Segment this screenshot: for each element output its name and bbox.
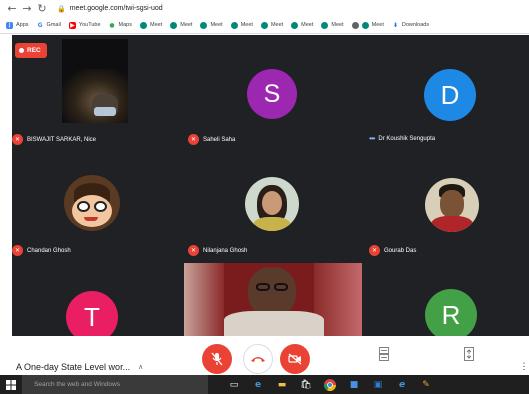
windows-taskbar: Search the web and Windows ▭ e ▬ 🛍 ■ ▣ e…	[0, 375, 529, 394]
address-bar[interactable]: meet.google.com/twi-sgsi-uod	[70, 5, 163, 12]
mic-off-icon: ✕	[188, 245, 199, 256]
bookmark-downloads[interactable]: ⬇ Downloads	[391, 21, 429, 29]
participant-tile-presenter[interactable]	[184, 263, 362, 336]
bookmark-gmail[interactable]: G Gmail	[36, 21, 61, 29]
meet-icon	[260, 21, 268, 29]
store-icon[interactable]: 🛍	[299, 378, 313, 392]
participant-name-biswajit: ✕ BISWAJIT SARKAR, Nice	[12, 134, 96, 145]
task-view-icon[interactable]: ▭	[227, 378, 241, 392]
bookmark-meet-5[interactable]: Meet	[260, 21, 283, 29]
photos-icon[interactable]: ▣	[371, 378, 385, 392]
participant-tile-koushik[interactable]: D	[372, 35, 529, 147]
bookmark-youtube[interactable]: ▶ YouTube	[68, 21, 101, 29]
meet-icon	[140, 21, 147, 29]
participant-name-saheli: ✕ Saheli Saha	[188, 134, 235, 145]
mic-off-icon: ✕	[12, 245, 23, 256]
meet-icon	[321, 21, 329, 29]
captions-button[interactable]	[377, 346, 391, 362]
bookmark-meet-3[interactable]: Meet	[200, 21, 223, 29]
mic-off-icon: ✕	[369, 245, 380, 256]
participant-video	[184, 263, 362, 336]
more-vert-icon: ⋮	[519, 362, 529, 372]
profile-photo	[245, 177, 299, 231]
bookmark-meet-6[interactable]: Meet	[291, 21, 313, 29]
participant-name-koushik: ••• Dr Koushik Sengupta	[369, 134, 436, 143]
speaking-indicator-icon: •••	[369, 134, 375, 143]
mic-off-icon	[211, 352, 223, 366]
participant-tile-biswajit[interactable]	[62, 39, 128, 123]
lock-icon: 🔒	[57, 4, 66, 13]
meet-icon	[230, 21, 238, 29]
hang-up-icon	[251, 357, 265, 362]
google-g-icon: G	[36, 21, 44, 29]
youtube-icon: ▶	[68, 21, 76, 29]
chrome-icon[interactable]	[323, 378, 337, 392]
participant-name-nilanjana: ✕ Nilanjana Ghosh	[188, 245, 247, 256]
chrome-icon	[351, 21, 359, 29]
edge-icon[interactable]: e	[251, 378, 265, 392]
bookmark-maps[interactable]: ● Maps	[108, 21, 132, 29]
mic-toggle-button[interactable]	[202, 344, 232, 374]
camera-toggle-button[interactable]	[280, 344, 310, 374]
start-button[interactable]	[0, 375, 22, 394]
maps-pin-icon: ●	[108, 21, 116, 29]
participant-name-chandan: ✕ Chandan Ghosh	[12, 245, 71, 256]
bookmark-meet-1[interactable]: Meet	[140, 21, 162, 29]
download-icon: ⬇	[391, 21, 399, 29]
taskbar-pinned-apps: ▭ e ▬ 🛍 ■ ▣ e ✎	[222, 378, 438, 392]
meet-icon	[361, 21, 369, 29]
bookmark-meet-8[interactable]: Meet	[351, 21, 384, 29]
present-icon	[464, 347, 474, 361]
avatar: R	[425, 289, 477, 336]
meet-icon	[170, 21, 178, 29]
app-window-icon[interactable]: ■	[347, 378, 361, 392]
profile-photo	[425, 178, 479, 232]
mic-off-icon: ✕	[188, 134, 199, 145]
bookmark-meet-7[interactable]: Meet	[321, 21, 344, 29]
avatar: D	[424, 69, 476, 121]
present-now-button[interactable]	[462, 346, 476, 362]
taskbar-search-input[interactable]: Search the web and Windows	[22, 375, 208, 394]
mic-off-icon: ✕	[12, 134, 23, 145]
bookmark-meet-2[interactable]: Meet	[170, 21, 192, 29]
recording-badge: REC	[15, 43, 47, 58]
internet-explorer-icon[interactable]: e	[395, 378, 409, 392]
forward-arrow-icon[interactable]: →	[21, 2, 33, 15]
paint-icon[interactable]: ✎	[419, 378, 433, 392]
meet-icon	[200, 21, 208, 29]
meeting-details-button[interactable]: A One-day State Level wor... ∧	[16, 362, 143, 372]
leave-call-button[interactable]	[243, 344, 273, 374]
record-dot-icon	[19, 48, 24, 53]
apps-grid-icon: ⋮	[6, 21, 13, 29]
chevron-up-icon: ∧	[138, 363, 144, 371]
avatar: S	[247, 69, 297, 119]
browser-toolbar: ← → ↻ 🔒 meet.google.com/twi-sgsi-uod	[0, 0, 529, 17]
bookmark-meet-4[interactable]: Meet	[230, 21, 253, 29]
participant-tile-r[interactable]: R	[372, 267, 529, 336]
participant-name-gourab: ✕ Gourab Das	[369, 245, 416, 256]
reload-icon[interactable]: ↻	[36, 2, 48, 15]
captions-icon	[379, 347, 389, 361]
bookmark-apps[interactable]: ⋮ Apps	[6, 21, 29, 29]
camera-off-icon	[288, 353, 302, 365]
meet-control-bar: A One-day State Level wor... ∧ ⋮	[12, 336, 529, 375]
meet-video-grid: REC ✕ BISWAJIT SARKAR, Nice S ✕ Saheli S…	[12, 35, 529, 336]
more-options-button[interactable]: ⋮	[519, 360, 529, 374]
windows-logo-icon	[6, 379, 16, 390]
profile-photo	[64, 175, 120, 231]
participant-tile-t[interactable]: T	[12, 267, 182, 336]
back-arrow-icon[interactable]: ←	[6, 2, 18, 15]
participant-video	[62, 39, 128, 123]
participant-tile-saheli[interactable]: S	[192, 35, 352, 147]
meet-icon	[291, 21, 299, 29]
avatar: T	[66, 291, 118, 336]
bookmarks-bar: ⋮ Apps G Gmail ▶ YouTube ● Maps Meet Mee…	[0, 17, 529, 34]
file-explorer-icon[interactable]: ▬	[275, 378, 289, 392]
